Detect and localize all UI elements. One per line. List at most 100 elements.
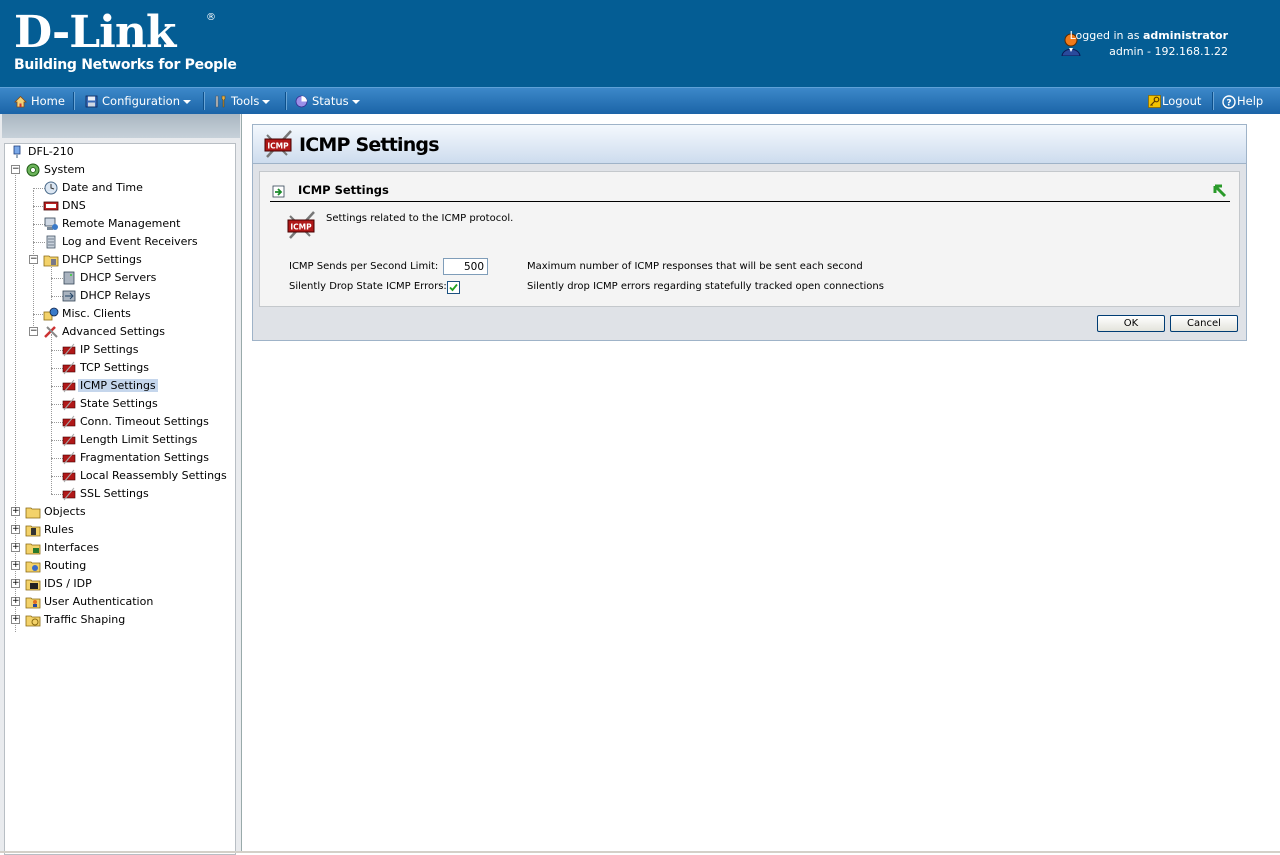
menu-tools-label: Tools <box>231 94 260 108</box>
navigation-pane: − − − + + + + + + + DFL-210 System Date … <box>0 114 242 855</box>
menu-separator <box>285 92 287 110</box>
menu-help-label: Help <box>1237 94 1264 108</box>
menu-home[interactable]: Home <box>14 88 65 114</box>
tree-item-dhcp-servers[interactable]: DHCP Servers <box>61 270 158 286</box>
menu-status[interactable]: Status <box>295 88 360 114</box>
tree-item-label: Conn. Timeout Settings <box>80 415 209 428</box>
section-title: ICMP Settings <box>298 183 389 197</box>
collapse-icon[interactable]: − <box>29 255 38 264</box>
user-folder-icon <box>25 597 41 609</box>
tree-item-advanced-settings[interactable]: Advanced Settings <box>43 324 167 340</box>
expand-icon[interactable]: + <box>11 615 20 624</box>
tree-item-label: DHCP Settings <box>62 253 142 266</box>
settings-badge-icon <box>62 487 76 501</box>
tree-item-system[interactable]: System <box>25 162 87 178</box>
tools-icon <box>215 95 226 108</box>
tree-connector <box>51 334 52 494</box>
tree-item-user-authentication[interactable]: User Authentication <box>25 594 155 610</box>
tree-item-remote-management[interactable]: Remote Management <box>43 216 182 232</box>
cancel-button[interactable]: Cancel <box>1170 315 1238 332</box>
chevron-down-icon <box>351 99 360 104</box>
tree-item-rules[interactable]: Rules <box>25 522 76 538</box>
traffic-folder-icon <box>25 615 41 627</box>
dlink-logo: D-Link ® Building Networks for People <box>14 10 237 74</box>
drop-icmp-errors-checkbox[interactable] <box>447 281 460 294</box>
expand-icon[interactable]: + <box>11 561 20 570</box>
collapse-icon[interactable]: − <box>29 327 38 336</box>
tree-item-label: Date and Time <box>62 181 143 194</box>
settings-badge-icon <box>62 469 76 483</box>
menu-logout[interactable]: Logout <box>1148 88 1201 114</box>
folder-icon <box>25 507 41 519</box>
expand-icon[interactable]: + <box>11 507 20 516</box>
key-icon <box>1148 95 1161 108</box>
login-info: Logged in as administrator admin - 192.1… <box>1070 28 1228 60</box>
tree-item-label: Interfaces <box>44 541 99 554</box>
tree-item-label: DHCP Relays <box>80 289 151 302</box>
tree-item-misc-clients[interactable]: Misc. Clients <box>43 306 133 322</box>
tree-item-label: Routing <box>44 559 87 572</box>
expand-icon[interactable]: + <box>11 579 20 588</box>
tree-item-dfl-210[interactable]: DFL-210 <box>9 144 76 160</box>
menu-help[interactable]: ? Help <box>1222 88 1263 114</box>
menu-tools[interactable]: Tools <box>214 88 271 114</box>
menu-status-label: Status <box>312 94 349 108</box>
expand-icon[interactable]: + <box>11 543 20 552</box>
expand-icon[interactable]: + <box>11 525 20 534</box>
tree-item-conn-timeout-settings[interactable]: Conn. Timeout Settings <box>61 414 211 430</box>
tree-item-icmp-settings[interactable]: ICMP Settings <box>61 378 158 394</box>
menu-configuration[interactable]: Configuration <box>85 88 191 114</box>
settings-badge-icon <box>62 415 76 429</box>
tree-item-label: Remote Management <box>62 217 181 230</box>
tree-item-dns[interactable]: DNS <box>43 198 88 214</box>
edit-arrow-icon <box>272 185 285 198</box>
section-description: Settings related to the ICMP protocol. <box>326 213 514 224</box>
icmp-icon-text: ICMP <box>267 142 289 151</box>
chevron-down-icon <box>262 99 271 104</box>
tree-item-label: DNS <box>62 199 86 212</box>
tree-item-ids-idp[interactable]: IDS / IDP <box>25 576 94 592</box>
icmp-limit-help: Maximum number of ICMP responses that wi… <box>527 261 863 272</box>
menubar: Home Configuration Tools Status Logout ?… <box>0 87 1280 114</box>
server-icon <box>63 271 75 285</box>
interfaces-folder-icon <box>25 543 41 555</box>
tree-item-traffic-shaping[interactable]: Traffic Shaping <box>25 612 127 628</box>
icmp-icon: ICMP <box>264 130 292 158</box>
tree-item-tcp-settings[interactable]: TCP Settings <box>61 360 151 376</box>
tree-item-interfaces[interactable]: Interfaces <box>25 540 101 556</box>
icmp-limit-input[interactable] <box>443 258 488 275</box>
tree-item-log-receivers[interactable]: Log and Event Receivers <box>43 234 200 250</box>
tree-item-label: TCP Settings <box>80 361 150 374</box>
navigation-tree: − − − + + + + + + + DFL-210 System Date … <box>4 143 236 855</box>
session-info: admin - 192.168.1.22 <box>1109 45 1228 58</box>
drop-icmp-errors-help: Silently drop ICMP errors regarding stat… <box>527 281 884 292</box>
tree-item-date-time[interactable]: Date and Time <box>43 180 145 196</box>
tree-item-fragmentation-settings[interactable]: Fragmentation Settings <box>61 450 211 466</box>
tree-item-ssl-settings[interactable]: SSL Settings <box>61 486 151 502</box>
ok-button[interactable]: OK <box>1097 315 1165 332</box>
drop-icmp-errors-label: Silently Drop State ICMP Errors: <box>289 281 447 292</box>
tree-item-label: SSL Settings <box>80 487 149 500</box>
tree-item-dhcp-settings[interactable]: DHCP Settings <box>43 252 144 268</box>
save-disk-icon <box>85 95 98 108</box>
tree-item-label: System <box>44 163 86 176</box>
tree-item-ip-settings[interactable]: IP Settings <box>61 342 141 358</box>
expand-icon[interactable]: + <box>11 597 20 606</box>
tree-item-objects[interactable]: Objects <box>25 504 88 520</box>
header: D-Link ® Building Networks for People Lo… <box>0 0 1280 87</box>
tree-item-length-limit-settings[interactable]: Length Limit Settings <box>61 432 199 448</box>
go-back-arrow-icon[interactable] <box>1213 184 1229 200</box>
tree-item-state-settings[interactable]: State Settings <box>61 396 160 412</box>
section-divider <box>270 201 1230 202</box>
settings-badge-icon <box>62 433 76 447</box>
logged-in-prefix: Logged in as <box>1069 29 1143 42</box>
routing-folder-icon <box>25 561 41 573</box>
tree-item-local-reassembly-settings[interactable]: Local Reassembly Settings <box>61 468 229 484</box>
collapse-icon[interactable]: − <box>11 165 20 174</box>
dns-icon <box>43 201 59 211</box>
checkmark-icon <box>449 283 458 292</box>
tree-item-dhcp-relays[interactable]: DHCP Relays <box>61 288 153 304</box>
tree-item-routing[interactable]: Routing <box>25 558 88 574</box>
navigation-pane-header <box>2 114 240 138</box>
status-chart-icon <box>295 95 308 108</box>
